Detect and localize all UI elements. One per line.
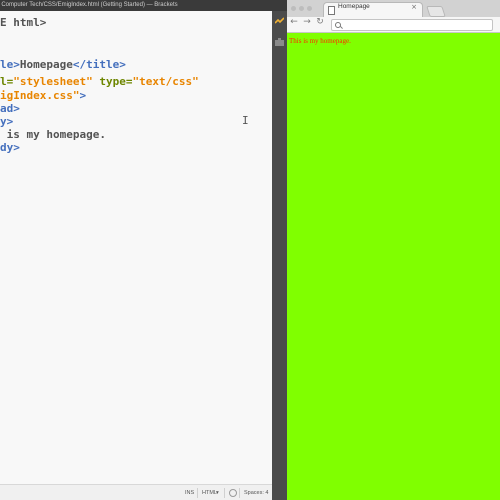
extension-manager-icon[interactable] <box>275 33 284 46</box>
code-token: Homepage <box>19 58 73 71</box>
indent-spaces-setting[interactable]: Spaces: 4 <box>244 485 268 500</box>
code-token: y> <box>0 115 14 128</box>
close-icon[interactable]: × <box>411 3 417 17</box>
editor-status-bar: INS HTML ▾ Spaces: 4 <box>0 484 272 500</box>
browser-window: Homepage × ← → ↻ This is my homepage. <box>287 0 500 500</box>
window-zoom-button[interactable] <box>307 6 312 11</box>
window-minimize-button[interactable] <box>299 6 304 11</box>
code-token: E html> <box>0 16 47 29</box>
code-line: dy> <box>0 141 20 154</box>
new-tab-button[interactable] <box>426 6 446 17</box>
code-token: le> <box>0 58 20 71</box>
code-token: > <box>79 89 87 102</box>
status-divider <box>239 488 240 498</box>
browser-tab-homepage[interactable]: Homepage × <box>323 2 423 18</box>
editor-window-title: 01- Computer Tech/CSS/EmigIndex.html (Ge… <box>0 2 178 8</box>
code-token: dy> <box>0 141 20 154</box>
brackets-editor-window: 01- Computer Tech/CSS/EmigIndex.html (Ge… <box>0 0 287 500</box>
live-preview-icon[interactable] <box>274 17 285 26</box>
browser-tab-strip: Homepage × <box>287 0 500 18</box>
reload-icon[interactable]: ↻ <box>315 17 325 32</box>
code-token: ad> <box>0 102 20 115</box>
editor-side-toolbar <box>272 11 287 500</box>
code-token: </title> <box>72 58 126 71</box>
tab-title: Homepage <box>338 3 370 10</box>
code-line: y> <box>0 115 13 128</box>
language-mode-select[interactable]: HTML <box>202 485 217 500</box>
linter-status-icon[interactable] <box>229 489 237 497</box>
chevron-down-icon[interactable]: ▾ <box>216 485 219 500</box>
browser-toolbar: ← → ↻ <box>287 17 500 33</box>
code-line: E html> <box>0 16 46 29</box>
editor-title-bar: 01- Computer Tech/CSS/EmigIndex.html (Ge… <box>0 0 287 11</box>
code-token: igIndex.css" <box>0 89 80 102</box>
page-body-text: This is my homepage. <box>289 37 351 45</box>
window-close-button[interactable] <box>291 6 296 11</box>
code-line: l="stylesheet" type="text/css" <box>0 75 199 88</box>
code-line: ad> <box>0 102 20 115</box>
text-cursor-icon: I <box>242 114 249 127</box>
code-token: "stylesheet" <box>13 75 93 88</box>
code-token: type= <box>99 75 133 88</box>
status-divider <box>224 488 225 498</box>
status-divider <box>197 488 198 498</box>
back-icon[interactable]: ← <box>289 17 299 32</box>
page-viewport: This is my homepage. <box>287 33 500 500</box>
code-token: l= <box>0 75 14 88</box>
page-icon <box>328 6 335 15</box>
code-token: is my homepage. <box>0 128 106 141</box>
address-bar[interactable] <box>331 19 493 31</box>
code-token: "text/css" <box>132 75 199 88</box>
whitespace-mode-indicator[interactable]: INS <box>185 485 194 500</box>
forward-icon[interactable]: → <box>302 17 312 32</box>
code-line: le>Homepage</title> <box>0 58 126 71</box>
code-line: igIndex.css"> <box>0 89 86 102</box>
search-icon <box>335 22 341 28</box>
code-line: is my homepage. <box>0 128 106 141</box>
code-editor[interactable]: E html> le>Homepage</title> l="stylesheet"… <box>0 11 272 484</box>
